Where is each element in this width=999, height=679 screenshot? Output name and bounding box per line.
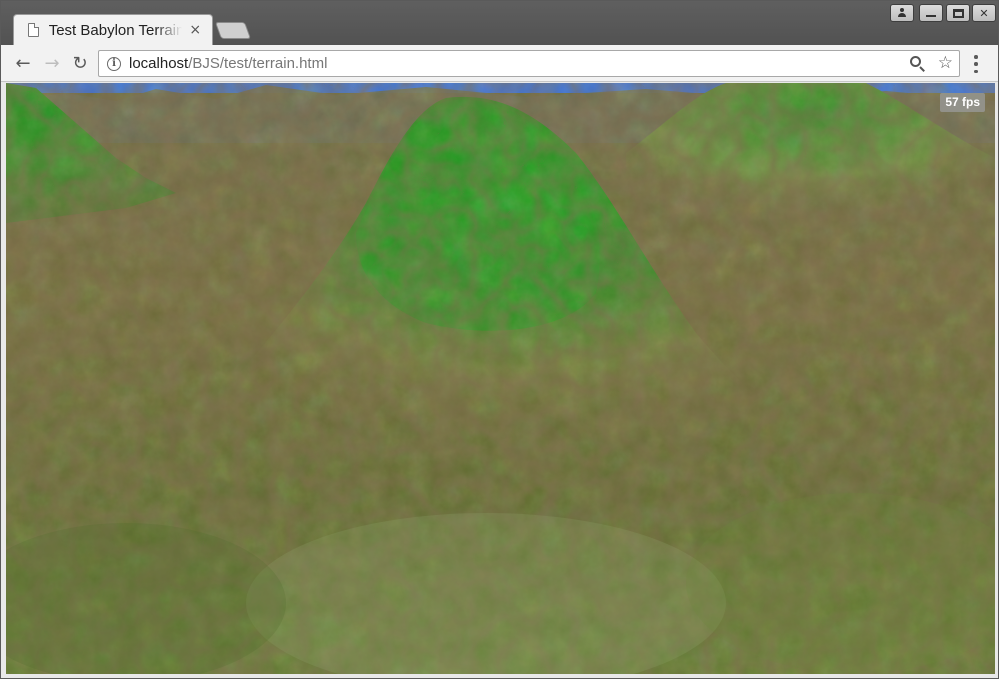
maximize-button[interactable] (946, 4, 970, 22)
minimize-icon (926, 14, 936, 17)
back-button[interactable]: ← (11, 51, 35, 75)
url-text[interactable]: localhost/BJS/test/terrain.html (129, 55, 327, 72)
new-tab-button[interactable] (214, 22, 252, 39)
forward-arrow-icon: → (44, 52, 60, 74)
url-host: localhost (129, 55, 189, 72)
browser-menu-icon[interactable] (973, 55, 979, 73)
page-icon (28, 23, 39, 37)
browser-toolbar: ← → ↻ i localhost/BJS/test/terrain.html … (1, 45, 998, 82)
terrain-render (6, 83, 995, 674)
close-window-button[interactable]: ✕ (972, 4, 996, 22)
forward-button[interactable]: → (40, 51, 64, 75)
bookmark-star-icon[interactable]: ☆ (938, 53, 953, 73)
user-icon (897, 8, 907, 18)
browser-window: Test Babylon Terrain × ✕ ← → ↻ i localho… (0, 0, 999, 679)
tab-close-icon[interactable]: × (188, 22, 202, 38)
user-profile-button[interactable] (890, 4, 914, 22)
back-arrow-icon: ← (15, 52, 31, 74)
title-bar: Test Babylon Terrain × ✕ (1, 1, 998, 45)
address-bar[interactable]: i localhost/BJS/test/terrain.html ☆ (98, 50, 960, 77)
zoom-icon[interactable] (909, 55, 927, 73)
terrain-canvas[interactable]: 57 fps (6, 83, 995, 674)
maximize-icon (952, 8, 964, 18)
reload-button[interactable]: ↻ (68, 51, 92, 75)
minimize-button[interactable] (919, 4, 943, 22)
reload-icon: ↻ (72, 52, 88, 74)
close-icon: ✕ (979, 6, 989, 20)
tab-title: Test Babylon Terrain (48, 21, 183, 39)
browser-tab[interactable]: Test Babylon Terrain × (13, 14, 213, 45)
site-info-icon[interactable]: i (107, 56, 121, 71)
url-path: /BJS/test/terrain.html (188, 55, 328, 72)
fps-counter: 57 fps (940, 93, 985, 112)
